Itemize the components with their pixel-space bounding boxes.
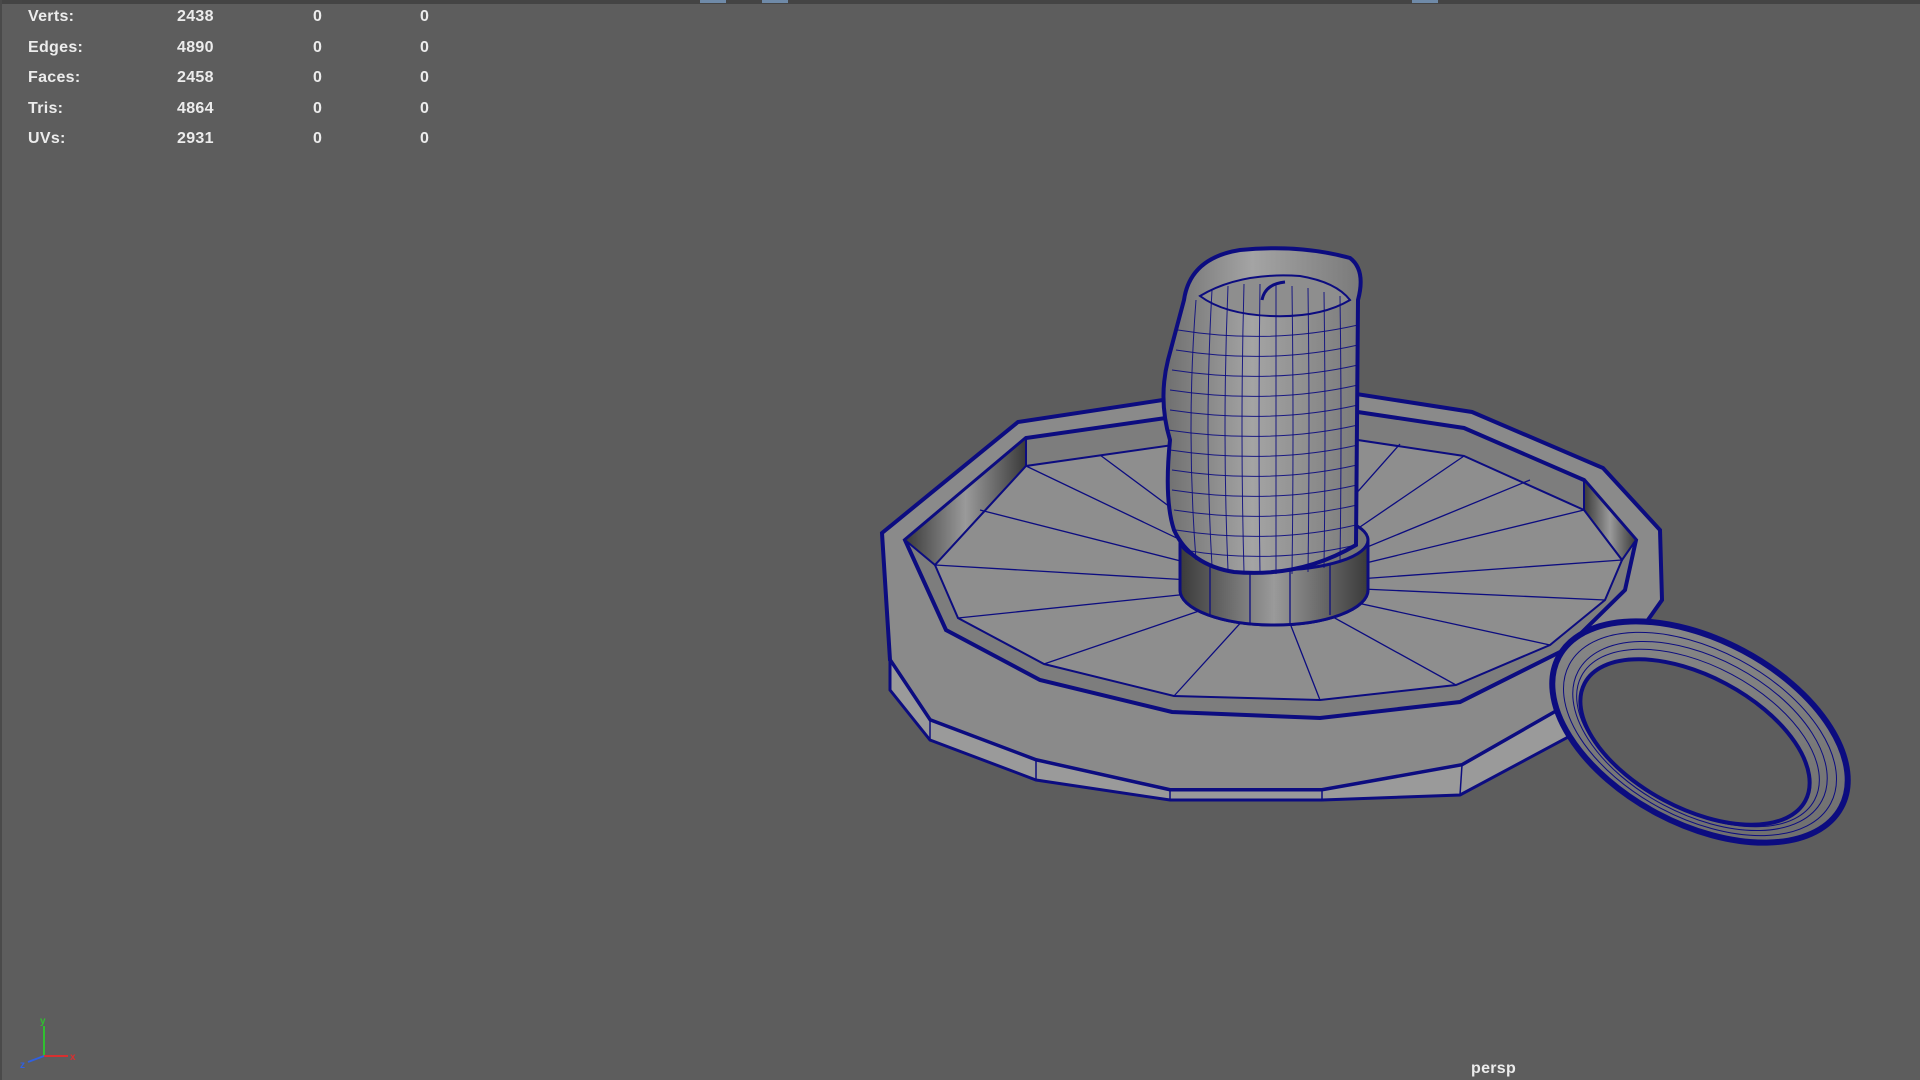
hud-value: 0 bbox=[420, 69, 430, 86]
z-axis-line bbox=[27, 1055, 45, 1063]
hud-value: 2931 bbox=[177, 130, 214, 147]
y-axis-label: y bbox=[40, 1016, 46, 1027]
x-axis-label: x bbox=[70, 1052, 76, 1063]
hud-label: UVs: bbox=[28, 130, 66, 147]
hud-value: 0 bbox=[313, 100, 323, 117]
hud-row-verts: Verts: 2438 0 0 bbox=[0, 2, 470, 32]
camera-name-label: persp bbox=[1471, 1060, 1517, 1077]
hud-row-faces: Faces: 2458 0 0 bbox=[0, 63, 470, 93]
hud-row-tris: Tris: 4864 0 0 bbox=[0, 94, 470, 124]
perspective-viewport[interactable]: Verts: 2438 0 0 Edges: 4890 0 0 Faces: 2… bbox=[0, 0, 1920, 1080]
hud-label: Edges: bbox=[28, 39, 84, 56]
hud-value: 4890 bbox=[177, 39, 214, 56]
hud-row-uvs: UVs: 2931 0 0 bbox=[0, 124, 470, 154]
hud-row-edges: Edges: 4890 0 0 bbox=[0, 33, 470, 63]
hud-label: Tris: bbox=[28, 100, 64, 117]
hud-value: 0 bbox=[420, 100, 430, 117]
hud-value: 2438 bbox=[177, 8, 214, 25]
hud-value: 0 bbox=[313, 130, 323, 147]
view-axis-gizmo: y x z bbox=[20, 1016, 76, 1071]
hud-value: 0 bbox=[420, 130, 430, 147]
hud-value: 0 bbox=[313, 8, 323, 25]
hud-label: Verts: bbox=[28, 8, 75, 25]
hud-value: 0 bbox=[420, 39, 430, 56]
hud-value: 0 bbox=[420, 8, 430, 25]
poly-count-hud: Verts: 2438 0 0 Edges: 4890 0 0 Faces: 2… bbox=[0, 0, 470, 160]
hud-value: 4864 bbox=[177, 100, 214, 117]
hud-value: 2458 bbox=[177, 69, 214, 86]
hud-value: 0 bbox=[313, 69, 323, 86]
hud-label: Faces: bbox=[28, 69, 81, 86]
z-axis-label: z bbox=[20, 1060, 25, 1071]
candle-holder-model[interactable] bbox=[0, 0, 1920, 1080]
candle-body bbox=[1161, 246, 1363, 575]
hud-value: 0 bbox=[313, 39, 323, 56]
